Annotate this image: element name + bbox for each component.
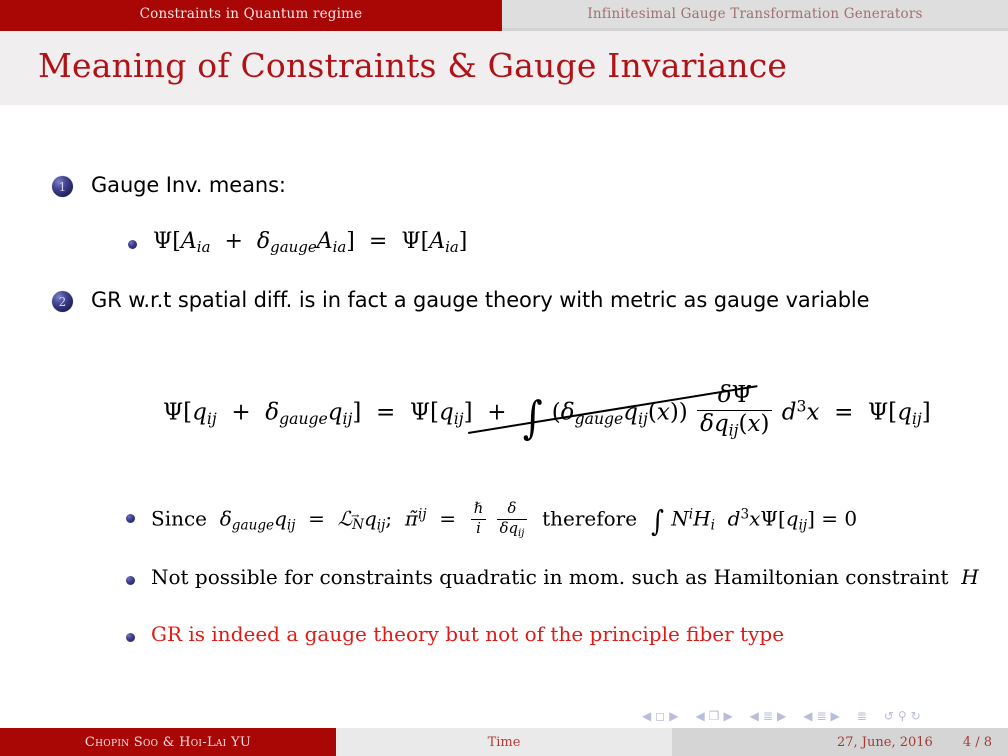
header-section-inactive[interactable]: Infinitesimal Gauge Transformation Gener… — [502, 0, 1008, 28]
enumerate-marker-2: 2 — [52, 291, 73, 312]
main-displayed-equation: Ψ[qij + δgaugeqij] = Ψ[qij] + ∫ (δgaugeq… — [163, 382, 931, 445]
slide-body: 1 Gauge Inv. means: Ψ[Aia + δgaugeAia] =… — [0, 105, 1008, 700]
equation-since-therefore: Since δgaugeqij = ℒNqij; π̃ij = ℏi δδqij… — [151, 500, 857, 539]
sub-bullet-dot-4 — [126, 633, 135, 642]
slide-root: Constraints in Quantum regime Infinitesi… — [0, 0, 1008, 756]
nav-group-section[interactable]: ◀ ≣ ▶ — [801, 710, 842, 722]
nav-group-subsection[interactable]: ◀ ≣ ▶ — [748, 710, 789, 722]
beamer-navigation-symbols[interactable]: ◀ ◻ ▶ ◀ ❐ ▶ ◀ ≣ ▶ ◀ ≣ ▶ ≣ ↺ ⚲ ↻ — [640, 705, 992, 727]
navigation-header: Constraints in Quantum regime Infinitesi… — [0, 0, 1008, 28]
header-section-active[interactable]: Constraints in Quantum regime — [0, 0, 502, 28]
nav-group-history[interactable]: ↺ ⚲ ↻ — [882, 710, 923, 722]
list-item-gauge-inv-label: Gauge Inv. means: — [91, 173, 286, 197]
sub-bullet-dot-2 — [126, 514, 135, 523]
frame-icon[interactable]: ❐ — [709, 710, 720, 722]
prev-frame-icon[interactable]: ◀ — [695, 710, 704, 722]
footer-author: Chopin Soo & Hoi-Lai YU — [0, 728, 336, 756]
section-icon[interactable]: ≣ — [816, 710, 826, 722]
equation-gauge-invariance-A: Ψ[Aia + δgaugeAia] = Ψ[Aia] — [153, 229, 468, 257]
sub-item-not-possible-text: Not possible for constraints quadratic i… — [151, 565, 949, 589]
footer-page-number: 4 / 8 — [962, 734, 992, 750]
sub-bullet-dot-1 — [128, 240, 137, 249]
page-title: Meaning of Constraints & Gauge Invarianc… — [38, 46, 788, 85]
next-frame-icon[interactable]: ▶ — [723, 710, 732, 722]
footer-title: Time — [336, 728, 672, 756]
next-slide-icon[interactable]: ▶ — [669, 710, 678, 722]
next-section-icon[interactable]: ▶ — [831, 710, 840, 722]
prev-subsection-icon[interactable]: ◀ — [750, 710, 759, 722]
sub-item-not-possible: Not possible for constraints quadratic i… — [151, 565, 979, 589]
prev-slide-icon[interactable]: ◀ — [642, 710, 651, 722]
doc-icon[interactable]: ≣ — [857, 710, 867, 722]
next-subsection-icon[interactable]: ▶ — [777, 710, 786, 722]
slide-icon[interactable]: ◻ — [655, 710, 665, 722]
nav-group-frame[interactable]: ◀ ❐ ▶ — [693, 710, 734, 722]
sub-item-gr-gauge-theory: GR is indeed a gauge theory but not of t… — [151, 622, 785, 646]
slide-footer: Chopin Soo & Hoi-Lai YU Time 27, June, 2… — [0, 728, 1008, 756]
sub-bullet-dot-3 — [126, 576, 135, 585]
forward-icon[interactable]: ↻ — [911, 710, 921, 722]
back-icon[interactable]: ↺ — [884, 710, 894, 722]
footer-date: 27, June, 2016 — [837, 734, 933, 750]
footer-meta: 27, June, 2016 4 / 8 — [672, 728, 1008, 756]
list-item-gr-spatial-diff-label: GR w.r.t spatial diff. is in fact a gaug… — [91, 288, 870, 312]
nav-group-doc[interactable]: ≣ — [855, 710, 869, 722]
sub-item-not-possible-math: H — [961, 565, 979, 589]
subsection-icon[interactable]: ≣ — [763, 710, 773, 722]
prev-section-icon[interactable]: ◀ — [803, 710, 812, 722]
nav-group-slide[interactable]: ◀ ◻ ▶ — [640, 710, 680, 722]
enumerate-marker-1: 1 — [52, 176, 73, 197]
search-icon[interactable]: ⚲ — [898, 710, 907, 722]
